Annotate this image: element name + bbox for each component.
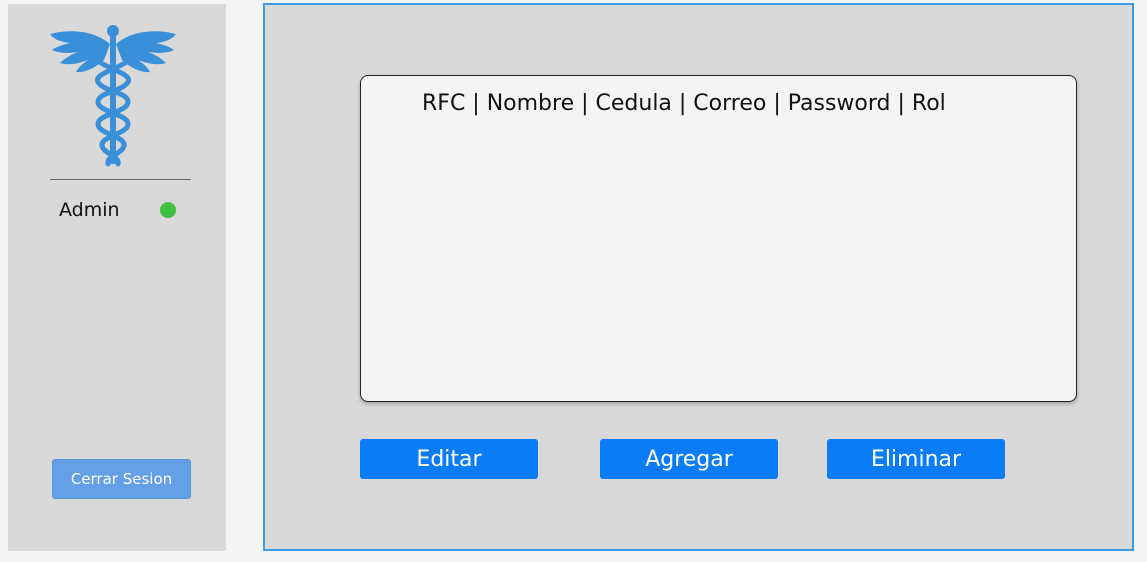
online-status-indicator: [160, 202, 176, 218]
users-list[interactable]: RFC | Nombre | Cedula | Correo | Passwor…: [360, 75, 1077, 402]
caduceus-icon: [50, 25, 176, 167]
edit-button[interactable]: Editar: [360, 439, 538, 479]
logout-button[interactable]: Cerrar Sesion: [52, 459, 191, 499]
main-panel: RFC | Nombre | Cedula | Correo | Passwor…: [263, 3, 1134, 551]
delete-button[interactable]: Eliminar: [827, 439, 1005, 479]
sidebar: Admin Cerrar Sesion: [8, 4, 226, 551]
sidebar-divider: [50, 179, 191, 180]
list-header: RFC | Nombre | Cedula | Correo | Passwor…: [422, 91, 946, 116]
add-button[interactable]: Agregar: [600, 439, 778, 479]
user-name: Admin: [59, 199, 120, 221]
